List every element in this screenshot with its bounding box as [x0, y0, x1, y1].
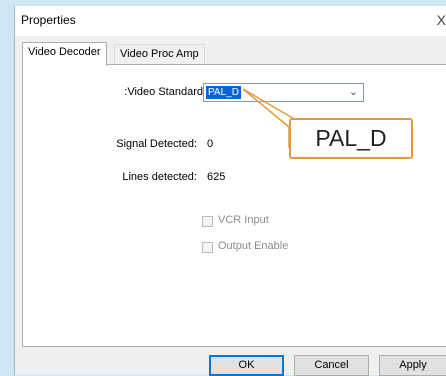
tab-video-decoder[interactable]: Video Decoder	[22, 42, 107, 66]
callout-label: PAL_D	[289, 118, 413, 159]
